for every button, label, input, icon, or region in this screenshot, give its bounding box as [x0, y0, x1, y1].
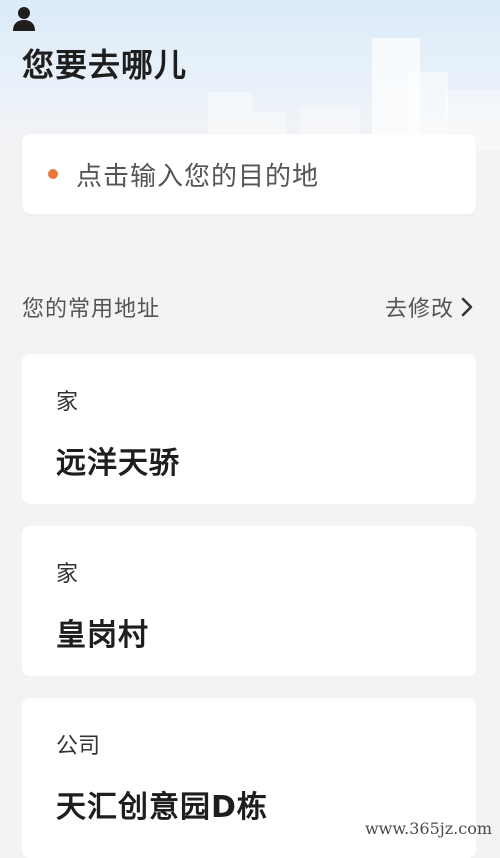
- section-title: 您的常用地址: [22, 297, 161, 322]
- address-type: 公司: [56, 734, 101, 759]
- page-title: 您要去哪儿: [22, 46, 188, 84]
- address-card[interactable]: 家 皇岗村: [22, 526, 476, 676]
- user-icon[interactable]: [12, 6, 36, 32]
- edit-addresses-link[interactable]: 去修改: [385, 291, 476, 323]
- watermark: www.365jz.com: [364, 819, 492, 838]
- address-type: 家: [56, 390, 79, 415]
- edit-label: 去修改: [384, 297, 454, 322]
- address-name: 远洋天骄: [56, 446, 180, 481]
- frequent-addresses-header: 您的常用地址 去修改: [22, 290, 476, 324]
- destination-search-input[interactable]: 点击输入您的目的地: [22, 134, 476, 214]
- search-placeholder: 点击输入您的目的地: [76, 161, 320, 192]
- address-type: 家: [56, 562, 79, 587]
- address-name: 皇岗村: [56, 618, 149, 653]
- address-card[interactable]: 家 远洋天骄: [22, 354, 476, 504]
- address-name: 天汇创意园D栋: [56, 790, 268, 825]
- chevron-right-icon: [461, 297, 473, 317]
- location-dot-icon: [48, 169, 58, 179]
